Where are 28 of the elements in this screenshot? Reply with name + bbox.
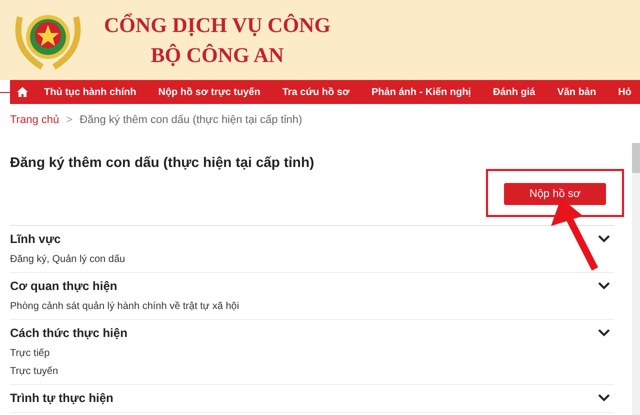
portal-title: CỔNG DỊCH VỤ CÔNG — [104, 12, 331, 39]
chevron-down-icon[interactable] — [598, 394, 610, 402]
nav-link[interactable]: Phản ánh - Kiến nghị — [372, 84, 471, 100]
portal-subtitle: BỘ CÔNG AN — [150, 42, 284, 69]
nav-link[interactable]: Tra cứu hồ sơ — [282, 84, 350, 100]
breadcrumb-home-link[interactable]: Trang chủ — [10, 112, 60, 128]
section-text: Phòng cảnh sát quản lý hành chính về trật tự xã hội — [10, 300, 240, 313]
section-heading: Lĩnh vực — [10, 230, 61, 247]
nav-link[interactable]: Nộp hồ sơ trực tuyến — [158, 84, 260, 100]
section-heading: Cơ quan thực hiện — [10, 278, 118, 294]
nav-link[interactable]: Thủ tục hành chính — [44, 84, 136, 100]
section-text: Trực tiếp — [10, 348, 51, 360]
nav-link[interactable]: Văn bản — [557, 84, 596, 100]
submit-button[interactable]: Nộp hồ sơ — [504, 182, 606, 205]
chevron-down-icon[interactable] — [598, 234, 610, 243]
home-icon[interactable] — [17, 87, 28, 97]
section-text: Trực tuyến — [10, 366, 60, 378]
breadcrumb-current: Đăng ký thêm con dấu (thực hiện tại cấp tỉnh) — [80, 113, 302, 128]
section-text: Đăng ký, Quản lý con dấu — [10, 254, 126, 266]
chevron-down-icon[interactable] — [598, 282, 610, 290]
scrollbar[interactable] — [632, 143, 640, 415]
breadcrumb-separator: > — [66, 113, 73, 128]
nav-link[interactable]: Đánh giá — [492, 84, 536, 100]
section-heading: Cách thức thực hiện — [10, 324, 128, 341]
page-title: Đăng ký thêm con dấu (thực hiện tại cấp tỉnh) — [10, 152, 316, 172]
section-heading: Trình tự thực hiện — [10, 390, 114, 406]
nav-link[interactable]: Hỏ — [618, 84, 632, 100]
chevron-down-icon[interactable] — [598, 328, 610, 337]
